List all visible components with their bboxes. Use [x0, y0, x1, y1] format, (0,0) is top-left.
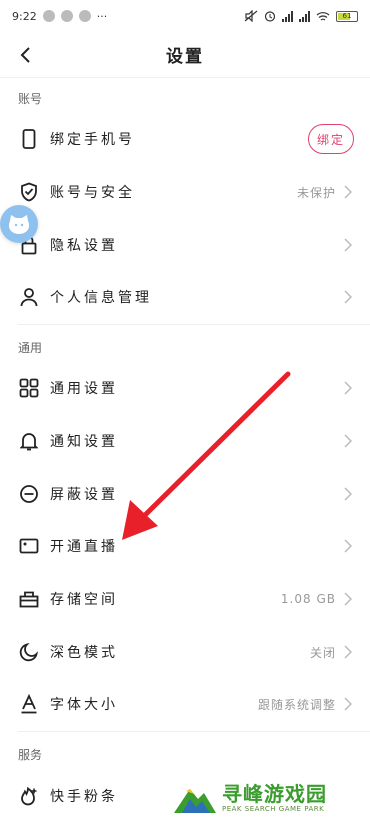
moon-icon: [18, 641, 40, 663]
chevron-right-icon: [342, 697, 354, 711]
video-camera-icon: [18, 535, 40, 557]
notification-app-icon: [60, 10, 73, 22]
bind-button[interactable]: 绑定: [308, 124, 354, 154]
status-bar: 9:22 ··· 61: [0, 0, 370, 32]
mountain-logo-icon: [174, 789, 216, 813]
settings-row-notifications[interactable]: 通知设置: [0, 415, 370, 467]
notification-app-icon: [78, 10, 91, 22]
chevron-right-icon: [342, 539, 354, 553]
row-label: 开通直播: [50, 539, 118, 555]
row-label: 个人信息管理: [50, 290, 152, 306]
row-label: 存储空间: [50, 592, 118, 608]
row-label: 快手粉条: [50, 789, 118, 805]
chevron-right-icon: [342, 238, 354, 252]
watermark-logo: 寻峰游戏园 PEAK SEARCH GAME PARK: [172, 778, 362, 818]
mute-icon: [244, 10, 258, 22]
settings-row-live[interactable]: 开通直播: [0, 520, 370, 572]
bell-icon: [18, 430, 40, 452]
row-label: 隐私设置: [50, 238, 118, 254]
row-label: 深色模式: [50, 645, 118, 661]
settings-row-storage[interactable]: 存储空间 1.08 GB: [0, 573, 370, 625]
nav-bar: 设置: [0, 32, 370, 78]
signal-icon: [299, 10, 310, 22]
storage-box-icon: [18, 588, 40, 610]
back-button[interactable]: [12, 42, 38, 68]
block-icon: [18, 483, 40, 505]
settings-row-privacy[interactable]: 隐私设置: [0, 219, 370, 271]
chevron-right-icon: [342, 592, 354, 606]
page-title: 设置: [166, 47, 204, 67]
watermark-title: 寻峰游戏园: [222, 782, 327, 806]
section-divider: [18, 731, 370, 732]
font-icon: [18, 693, 40, 715]
chevron-right-icon: [342, 487, 354, 501]
section-label-account: 账号: [18, 92, 43, 106]
flame-plus-icon: [18, 785, 40, 807]
settings-row-bind-phone[interactable]: 绑定手机号 绑定: [0, 113, 370, 165]
chevron-right-icon: [342, 185, 354, 199]
wifi-icon: [316, 11, 330, 21]
chevron-left-icon: [20, 47, 30, 63]
row-label: 账号与安全: [50, 185, 135, 201]
battery-level: 61: [342, 11, 352, 20]
row-label: 通知设置: [50, 434, 118, 450]
row-value: 未保护: [296, 185, 336, 200]
watermark-subtitle: PEAK SEARCH GAME PARK: [222, 805, 325, 813]
floating-assistant-button[interactable]: [0, 205, 38, 243]
row-label: 通用设置: [50, 381, 118, 397]
alarm-icon: [264, 11, 276, 22]
settings-row-dark-mode[interactable]: 深色模式 关闭: [0, 626, 370, 678]
settings-row-font-size[interactable]: 字体大小 跟随系统调整: [0, 678, 370, 730]
settings-row-general[interactable]: 通用设置: [0, 362, 370, 414]
row-label: 绑定手机号: [50, 132, 135, 148]
row-label: 屏蔽设置: [50, 487, 118, 503]
row-label: 字体大小: [50, 697, 118, 713]
chevron-right-icon: [342, 434, 354, 448]
chevron-right-icon: [342, 290, 354, 304]
person-icon: [18, 286, 40, 308]
signal-icon: [282, 10, 293, 22]
row-value: 1.08 GB: [280, 592, 336, 606]
section-label-general: 通用: [18, 341, 43, 355]
section-label-service: 服务: [18, 748, 43, 762]
chevron-right-icon: [342, 381, 354, 395]
phone-icon: [18, 128, 40, 150]
chevron-right-icon: [342, 645, 354, 659]
more-notifications-icon: ···: [96, 9, 108, 23]
section-divider: [18, 324, 370, 325]
shield-check-icon: [18, 181, 40, 203]
grid-icon: [18, 377, 40, 399]
row-value: 关闭: [309, 645, 336, 660]
settings-row-block[interactable]: 屏蔽设置: [0, 468, 370, 520]
notification-app-icon: [42, 10, 55, 22]
row-value: 跟随系统调整: [257, 697, 336, 712]
battery-icon: 61: [336, 10, 358, 22]
cat-face-icon: [9, 215, 29, 234]
status-time: 9:22: [12, 9, 37, 23]
settings-row-account-security[interactable]: 账号与安全 未保护: [0, 166, 370, 218]
settings-row-personal-info[interactable]: 个人信息管理: [0, 271, 370, 323]
